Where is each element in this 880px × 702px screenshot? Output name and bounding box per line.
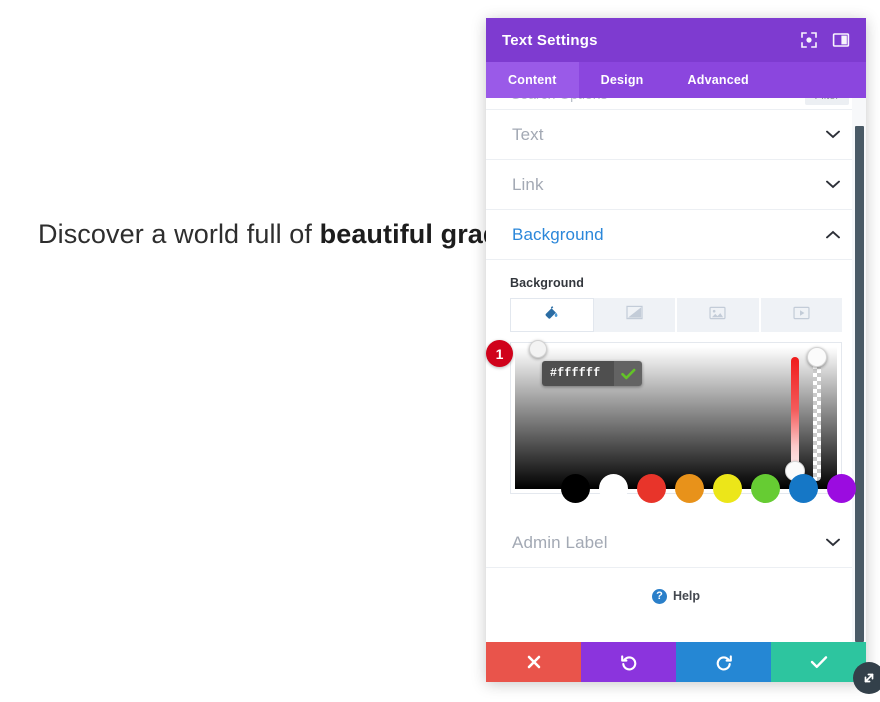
section-label-admin-label: Admin Label: [512, 532, 608, 552]
saturation-value-handle[interactable]: [529, 340, 547, 358]
saturation-value-area[interactable]: [515, 340, 856, 503]
hex-input[interactable]: [542, 361, 614, 386]
chevron-down-icon: [826, 180, 840, 189]
section-label-background: Background: [512, 224, 604, 244]
background-video-icon: [793, 306, 810, 325]
swatch-white[interactable]: [599, 474, 628, 503]
annotation-step-badge: 1: [486, 340, 513, 367]
background-video-tab[interactable]: [760, 298, 842, 332]
section-toggle-text[interactable]: Text: [486, 110, 866, 160]
background-field-label: Background: [510, 276, 584, 290]
page-heading: Discover a world full of beautiful gradi…: [38, 219, 563, 250]
modal-body: Search Options Filter Text Link Backgrou…: [486, 98, 866, 642]
modal-footer: [486, 642, 866, 682]
chevron-down-icon: [826, 130, 840, 139]
modal-title: Text Settings: [502, 31, 598, 49]
help-link[interactable]: ? Help: [486, 568, 866, 624]
alpha-slider-handle[interactable]: [807, 347, 827, 367]
alpha-slider[interactable]: [807, 347, 827, 481]
resize-diagonal-icon[interactable]: [853, 662, 880, 694]
tab-advanced[interactable]: Advanced: [666, 62, 771, 98]
background-color-icon: [543, 304, 560, 326]
filter-button[interactable]: Filter: [804, 98, 849, 105]
chevron-up-icon: [826, 230, 840, 239]
modal-header: Text Settings: [486, 18, 866, 62]
background-image-icon: [709, 306, 726, 325]
question-mark-icon: ?: [651, 588, 667, 604]
chevron-down-icon: [826, 538, 840, 547]
section-toggle-admin-label[interactable]: Admin Label: [486, 518, 866, 568]
swatch-blue[interactable]: [789, 474, 818, 503]
section-label-link: Link: [512, 174, 544, 194]
color-picker: [510, 340, 856, 503]
section-label-text: Text: [512, 124, 544, 144]
undo-button[interactable]: [581, 642, 676, 682]
hue-slider[interactable]: [785, 357, 805, 481]
background-type-tabs: [510, 298, 842, 332]
hex-confirm-button[interactable]: [614, 361, 642, 386]
panel-layout-icon[interactable]: [832, 31, 850, 49]
swatch-yellow[interactable]: [713, 474, 742, 503]
swatch-green[interactable]: [751, 474, 780, 503]
hex-color-field: [542, 361, 642, 386]
modal-scrollbar-track[interactable]: [852, 98, 866, 642]
swatch-purple[interactable]: [827, 474, 856, 503]
discard-button[interactable]: [486, 642, 581, 682]
background-color-tab[interactable]: [510, 298, 594, 332]
swatch-red[interactable]: [637, 474, 666, 503]
background-panel: Background: [486, 260, 866, 332]
search-options-row: Search Options Filter: [486, 98, 866, 110]
help-label: Help: [672, 589, 701, 603]
swatch-orange[interactable]: [675, 474, 704, 503]
background-gradient-tab[interactable]: [593, 298, 677, 332]
heading-plain-text: Discover a world full of: [38, 219, 320, 249]
section-toggle-background[interactable]: Background: [486, 210, 866, 260]
save-button[interactable]: [771, 642, 866, 682]
redo-button[interactable]: [676, 642, 771, 682]
modal-tabs: Content Design Advanced: [486, 62, 866, 98]
background-image-tab[interactable]: [677, 298, 761, 332]
modal-header-actions: [800, 31, 850, 49]
section-toggle-link[interactable]: Link: [486, 160, 866, 210]
screen: Discover a world full of beautiful gradi…: [0, 0, 880, 702]
focus-mode-icon[interactable]: [800, 31, 818, 49]
color-sliders: [785, 347, 827, 481]
tab-content[interactable]: Content: [486, 62, 579, 98]
modal-scrollbar-thumb[interactable]: [855, 126, 864, 642]
text-settings-modal: Text Settings Content Design Advanced Te…: [486, 18, 866, 682]
swatch-black[interactable]: [561, 474, 590, 503]
color-swatches: [561, 474, 856, 503]
background-gradient-icon: [626, 305, 643, 325]
search-input[interactable]: Search Options: [511, 98, 608, 102]
tab-design[interactable]: Design: [579, 62, 666, 98]
